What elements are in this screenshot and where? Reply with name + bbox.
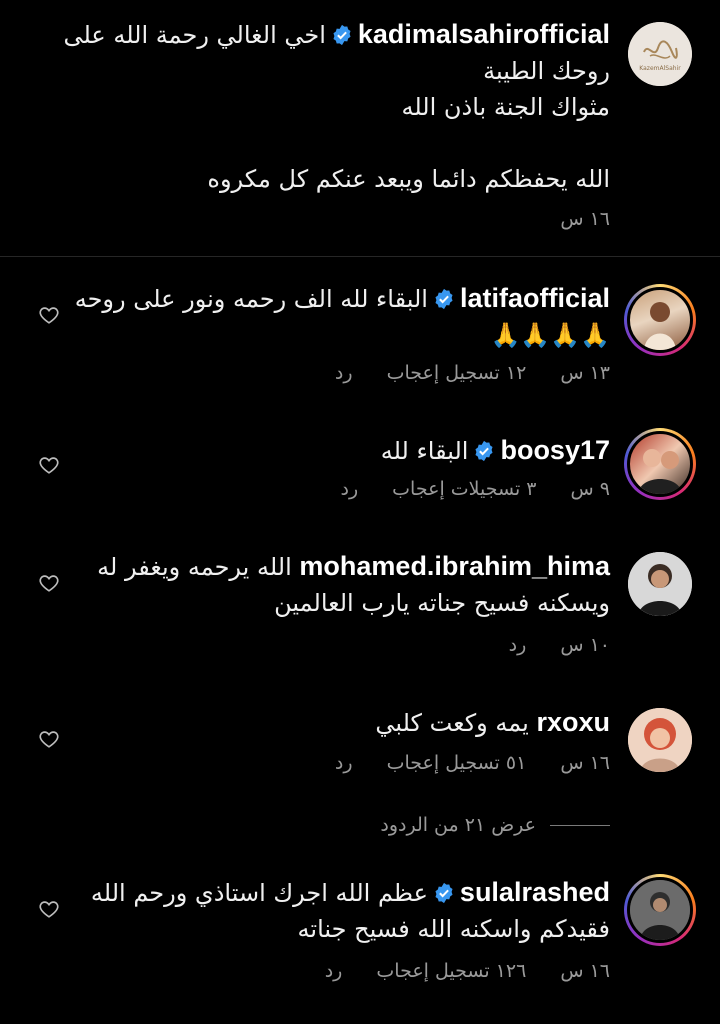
- comment-meta: ١٣ س ١٢ تسجيل إعجاب رد: [307, 362, 610, 384]
- replies-line: [550, 825, 610, 826]
- divider: [0, 256, 720, 257]
- reply-button[interactable]: رد: [335, 752, 353, 774]
- comment-text: روحك الطيبة: [483, 57, 610, 85]
- comment-meta: ٩ س ٣ تسجيلات إعجاب رد: [312, 478, 610, 500]
- comment-text: [63, 125, 610, 161]
- avatar[interactable]: KazemAlSahir: [628, 22, 692, 86]
- comment-body: mohamed.ibrahim_hima الله يرحمه ويغفر له…: [97, 548, 610, 621]
- username[interactable]: sulalrashed: [460, 877, 610, 907]
- sulal-photo-icon: [630, 880, 690, 940]
- verified-badge-icon: [475, 440, 493, 462]
- heart-outline-icon[interactable]: [38, 572, 60, 594]
- comment-text: اخي الغالي رحمة الله على: [63, 21, 326, 49]
- comment-body: sulalrashed عظم الله اجرك استاذي ورحم الل…: [91, 874, 610, 947]
- comment-meta: ١٦ س: [532, 208, 610, 230]
- view-replies-label: عرض ٢١ من الردود: [380, 814, 536, 836]
- comment-meta: ١٦ س ٥١ تسجيل إعجاب رد: [307, 752, 610, 774]
- avatar[interactable]: [624, 428, 696, 500]
- emoji-text: 🙏🙏🙏🙏: [490, 321, 610, 349]
- comment-text: يمه وكعت كلبي: [375, 709, 529, 737]
- kadim-logo-icon: KazemAlSahir: [628, 22, 692, 86]
- avatar[interactable]: [628, 552, 692, 616]
- timestamp: ٩ س: [570, 478, 610, 500]
- verified-badge-icon: [435, 288, 453, 310]
- timestamp: ١٦ س: [560, 752, 610, 774]
- comment-text: مثواك الجنة باذن الله: [401, 93, 610, 121]
- username[interactable]: latifaofficial: [460, 283, 610, 313]
- comment-text: الله يرحمه ويغفر له: [97, 553, 292, 581]
- username[interactable]: boosy17: [500, 435, 610, 465]
- comment-text: ويسكنه فسيح جناته يارب العالمين: [274, 589, 610, 617]
- heart-outline-icon[interactable]: [38, 728, 60, 750]
- comment-text: الله يحفظكم دائما ويبعد عنكم كل مكروه: [207, 165, 610, 193]
- boosy-photo-icon: [638, 449, 682, 494]
- username[interactable]: mohamed.ibrahim_hima: [299, 551, 610, 581]
- comment-meta: ١٦ س ١٢٦ تسجيل إعجاب رد: [297, 960, 610, 982]
- heart-outline-icon[interactable]: [38, 304, 60, 326]
- mohamed-photo-icon: [628, 552, 692, 616]
- comment-text: فقيدكم واسكنه الله فسيح جناته: [297, 915, 610, 943]
- latifa-photo-icon: [644, 302, 676, 350]
- avatar[interactable]: [624, 874, 696, 946]
- comment-body: rxoxu يمه وكعت كلبي: [375, 704, 610, 741]
- avatar[interactable]: [624, 284, 696, 356]
- rxoxu-photo-icon: [628, 708, 692, 772]
- username[interactable]: rxoxu: [536, 707, 610, 737]
- timestamp: ١٠ س: [560, 634, 610, 656]
- reply-button[interactable]: رد: [325, 960, 343, 982]
- timestamp: ١٣ س: [560, 362, 610, 384]
- reply-button[interactable]: رد: [335, 362, 353, 384]
- heart-outline-icon[interactable]: [38, 898, 60, 920]
- comment-meta: ١٠ س رد: [481, 634, 610, 656]
- comment-body: boosy17 البقاء لله: [381, 432, 610, 469]
- username[interactable]: kadimalsahirofficial: [358, 19, 610, 49]
- verified-badge-icon: [333, 24, 351, 46]
- reply-button[interactable]: رد: [509, 634, 527, 656]
- verified-badge-icon: [435, 882, 453, 904]
- view-replies-button[interactable]: عرض ٢١ من الردود: [380, 814, 610, 836]
- comment-text: البقاء لله: [380, 437, 469, 465]
- reply-button[interactable]: رد: [340, 478, 358, 500]
- heart-outline-icon[interactable]: [38, 454, 60, 476]
- svg-text:KazemAlSahir: KazemAlSahir: [639, 65, 681, 72]
- timestamp: ١٦ س: [560, 960, 610, 982]
- likes-count[interactable]: ١٢ تسجيل إعجاب: [387, 362, 527, 384]
- comment-body: kadimalsahirofficial اخي الغالي رحمة الله…: [63, 16, 610, 197]
- likes-count[interactable]: ٣ تسجيلات إعجاب: [392, 478, 536, 500]
- likes-count[interactable]: ١٢٦ تسجيل إعجاب: [376, 960, 526, 982]
- timestamp: ١٦ س: [560, 208, 610, 230]
- comment-text: البقاء لله الف رحمه ونور على روحه: [74, 285, 428, 313]
- comment-body: latifaofficial البقاء لله الف رحمه ونور ع…: [75, 280, 610, 353]
- likes-count[interactable]: ٥١ تسجيل إعجاب: [387, 752, 527, 774]
- avatar[interactable]: [628, 708, 692, 772]
- comment-text: عظم الله اجرك استاذي ورحم الله: [90, 879, 428, 907]
